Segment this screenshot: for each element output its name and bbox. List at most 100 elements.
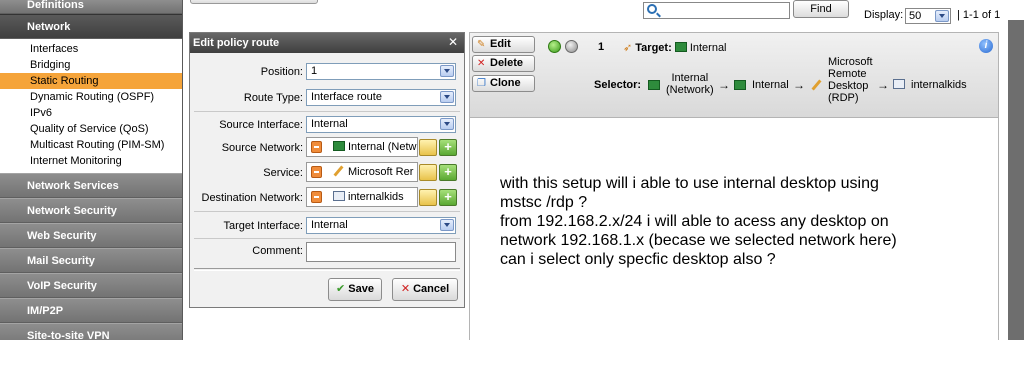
source-interface-value: Internal [311, 118, 348, 130]
chevron-down-icon [440, 219, 454, 231]
divider [194, 268, 460, 271]
sidebar-section-network-services[interactable]: Network Services [0, 173, 182, 198]
folder-icon[interactable] [419, 139, 437, 156]
sidebar-section-definitions[interactable]: Definitions [0, 0, 182, 14]
edit-button[interactable]: ✎ Edit [472, 36, 535, 53]
display-count-value: 50 [909, 10, 922, 22]
source-network-field[interactable]: Internal (Netw [306, 137, 418, 157]
sidebar-section-label: Network [27, 21, 71, 33]
sidebar-section-site-to-site-vpn[interactable]: Site-to-site VPN [0, 323, 182, 340]
remove-object-icon[interactable] [311, 166, 322, 178]
info-icon[interactable]: i [979, 39, 993, 53]
search-icon [647, 4, 657, 14]
delete-button[interactable]: ✕ Delete [472, 55, 535, 72]
sidebar-item-ipv6[interactable]: IPv6 [0, 105, 182, 121]
service-field[interactable]: Microsoft Rer [306, 162, 418, 182]
sidebar-section-im-p2p[interactable]: IM/P2P [0, 298, 182, 323]
display-count-select[interactable]: 50 [905, 8, 951, 24]
selector-source-line: Internal [671, 72, 709, 84]
status-off-toggle[interactable] [565, 40, 578, 53]
edit-label: Edit [490, 38, 511, 50]
sidebar-section-web-security[interactable]: Web Security [0, 223, 182, 248]
sidebar-section-label: VoIP Security [27, 280, 97, 292]
target-interface-row: Target Interface: Internal [190, 217, 466, 239]
search-input[interactable] [643, 2, 790, 19]
display-label: Display: [864, 9, 904, 21]
target-value: Internal [689, 42, 727, 54]
sidebar-item-multicast-routing[interactable]: Multicast Routing (PIM-SM) [0, 137, 182, 153]
clone-label: Clone [490, 77, 521, 89]
chevron-down-icon [440, 118, 454, 130]
target-interface-label: Target Interface: [223, 220, 304, 232]
save-label: Save [348, 283, 374, 295]
sidebar-item-dynamic-routing[interactable]: Dynamic Routing (OSPF) [0, 89, 182, 105]
plus-icon[interactable]: + [439, 189, 457, 206]
selector-service-line: Desktop [828, 80, 869, 92]
selector-source: Internal (Network) [666, 72, 714, 96]
sidebar-section-network[interactable]: Network [0, 14, 182, 39]
service-label: Service: [263, 167, 303, 179]
sidebar-item-interfaces[interactable]: Interfaces [0, 41, 182, 57]
arrow-right-icon: → [718, 78, 730, 92]
target-interface-select[interactable]: Internal [306, 217, 456, 234]
folder-icon[interactable] [419, 189, 437, 206]
destination-network-field[interactable]: internalkids [306, 187, 418, 207]
sidebar-section-label: Mail Security [27, 255, 95, 267]
sidebar-section-label: Definitions [27, 0, 84, 11]
chevron-down-icon [935, 10, 949, 22]
question-line: can i select only specfic desktop also ? [500, 251, 776, 268]
new-button-partial[interactable] [190, 0, 318, 4]
comment-input[interactable] [306, 242, 456, 262]
question-line: with this setup will i able to use inter… [500, 175, 879, 192]
folder-icon[interactable] [419, 164, 437, 181]
selector-interface: Internal [752, 79, 789, 91]
cancel-button[interactable]: ✕ Cancel [392, 278, 458, 301]
network-icon [333, 141, 345, 151]
divider [194, 238, 460, 239]
comment-label: Comment: [252, 245, 303, 257]
edit-policy-route-dialog: Edit policy route ✕ Position: 1 Route Ty… [189, 32, 465, 308]
question-line: mstsc /rdp ? [500, 194, 588, 211]
sidebar-item-static-routing[interactable]: Static Routing [0, 73, 182, 89]
close-icon: ✕ [400, 283, 411, 295]
delete-label: Delete [490, 57, 524, 69]
close-icon[interactable]: ✕ [446, 36, 460, 50]
remove-object-icon[interactable] [311, 191, 322, 203]
status-on-toggle[interactable] [548, 40, 561, 53]
plus-icon[interactable]: + [439, 139, 457, 156]
sidebar-section-label: Network Services [27, 180, 119, 192]
pencil-icon: ✎ [477, 39, 486, 50]
network-icon [734, 80, 746, 90]
sidebar-section-mail-security[interactable]: Mail Security [0, 248, 182, 273]
service-row: Service: Microsoft Rer + [190, 162, 466, 186]
find-button[interactable]: Find [793, 0, 849, 18]
save-button[interactable]: ✔ Save [328, 278, 382, 301]
destination-network-label: Destination Network: [201, 192, 304, 204]
dialog-title-bar: Edit policy route ✕ [190, 33, 464, 53]
sidebar-section-voip-security[interactable]: VoIP Security [0, 273, 182, 298]
position-value: 1 [311, 65, 318, 77]
sidebar-item-bridging[interactable]: Bridging [0, 57, 182, 73]
source-interface-select[interactable]: Internal [306, 116, 456, 133]
destination-network-value: internalkids [348, 191, 404, 203]
page-bottom [0, 340, 1024, 374]
plus-icon[interactable]: + [439, 164, 457, 181]
selector-service-line: Microsoft [828, 56, 873, 68]
sidebar-section-label: Site-to-site VPN [27, 330, 110, 340]
route-type-row: Route Type: Interface route [190, 89, 466, 111]
scrollbar[interactable] [1008, 20, 1024, 340]
sidebar-section-network-security[interactable]: Network Security [0, 198, 182, 223]
selector-source-line: (Network) [666, 84, 714, 96]
route-type-select[interactable]: Interface route [306, 89, 456, 106]
position-row: Position: 1 [190, 63, 466, 85]
question-line: network 192.168.1.x (becase we selected … [500, 232, 897, 249]
sidebar-item-internet-monitoring[interactable]: Internet Monitoring [0, 153, 182, 169]
sidebar-item-qos[interactable]: Quality of Service (QoS) [0, 121, 182, 137]
remove-object-icon[interactable] [311, 141, 322, 153]
sidebar-section-label: IM/P2P [27, 305, 64, 317]
clone-button[interactable]: ❐ Clone [472, 75, 535, 92]
source-network-row: Source Network: Internal (Netw + [190, 137, 466, 161]
divider [194, 211, 460, 212]
source-interface-row: Source Interface: Internal [190, 116, 466, 138]
position-select[interactable]: 1 [306, 63, 456, 80]
